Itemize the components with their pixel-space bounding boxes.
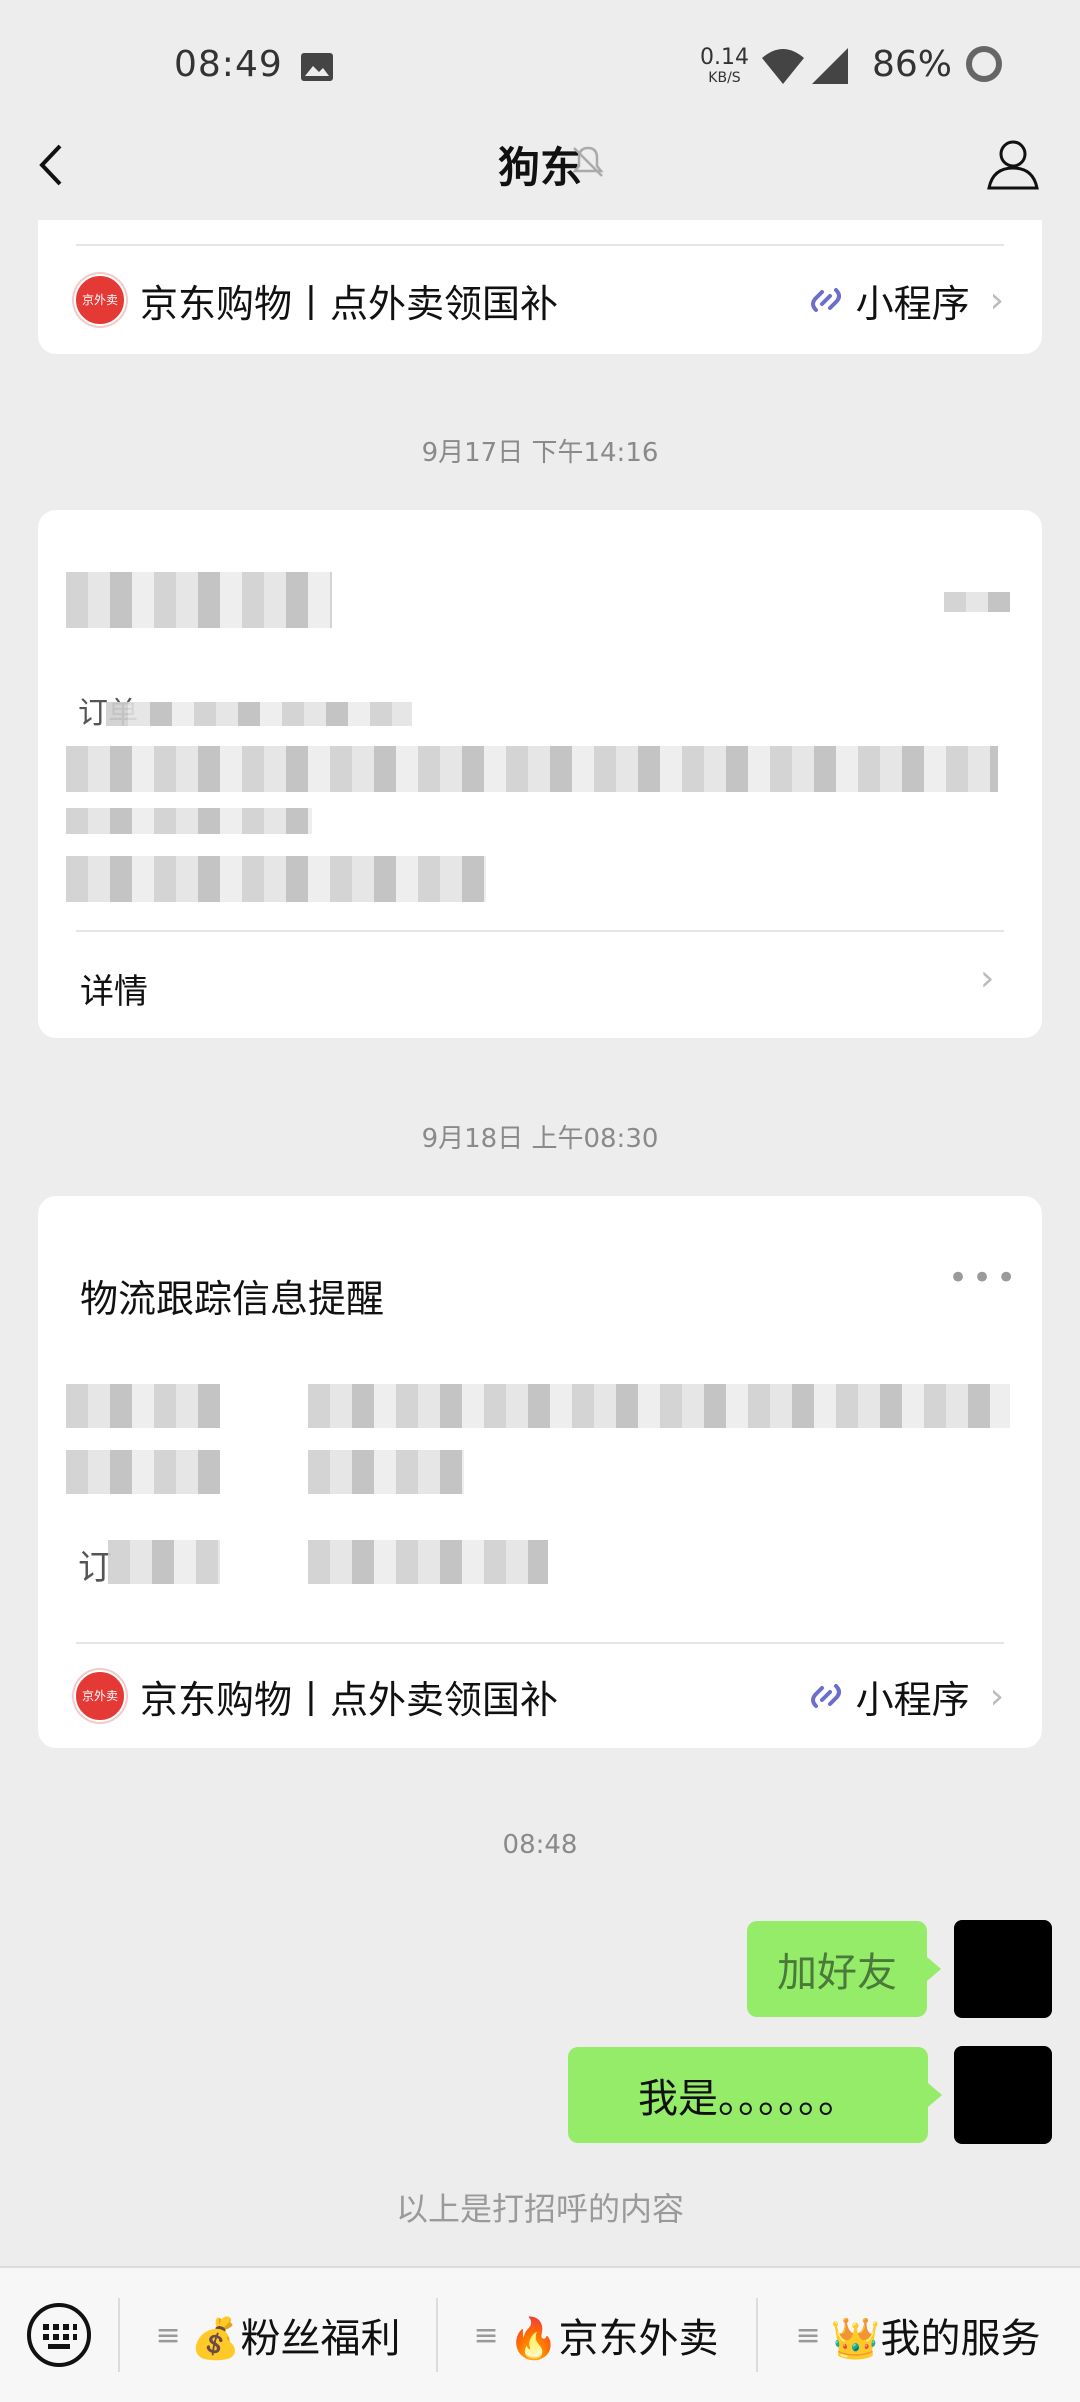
mini-program-name: 京东购物丨点外卖领国补 bbox=[140, 281, 559, 326]
mini-program-name: 京东购物丨点外卖领国补 bbox=[140, 1677, 559, 1722]
timestamp: 9月18日 上午08:30 bbox=[421, 1124, 659, 1154]
muted-bell-icon bbox=[572, 146, 604, 177]
wifi-icon bbox=[762, 49, 804, 84]
avatar[interactable] bbox=[954, 2046, 1052, 2144]
bubble-tail bbox=[927, 1957, 941, 1981]
gallery-notification-icon bbox=[301, 53, 333, 81]
avatar[interactable] bbox=[954, 1920, 1052, 2018]
blurred-label bbox=[66, 1450, 220, 1494]
net-speed: 0.14 KB/S bbox=[700, 45, 749, 88]
status-time: 08:49 bbox=[174, 44, 283, 85]
blurred-label bbox=[66, 1384, 220, 1428]
timestamp: 08:48 bbox=[502, 1830, 578, 1860]
card-divider bbox=[76, 930, 1004, 932]
net-speed-value: 0.14 bbox=[700, 45, 749, 70]
more-options-icon[interactable]: ••• bbox=[948, 1258, 1020, 1298]
menu-label: 🔥京东外卖 bbox=[508, 2316, 719, 2362]
order-label-partial: 订 bbox=[78, 1548, 112, 1588]
menu-label: 👑我的服务 bbox=[830, 2316, 1041, 2362]
mini-program-tag: 小程序 bbox=[855, 1677, 970, 1722]
chat-bubble[interactable]: 加好友 bbox=[747, 1921, 927, 2017]
mini-program-card-top[interactable]: 京外卖 京东购物丨点外卖领国补 小程序 › bbox=[38, 220, 1042, 354]
net-speed-unit: KB/S bbox=[708, 70, 741, 86]
signal-icon bbox=[812, 48, 848, 84]
blurred-title bbox=[66, 572, 332, 628]
mini-program-link-icon bbox=[810, 1684, 841, 1708]
mini-program-row[interactable]: 京外卖 京东购物丨点外卖领国补 小程序 › bbox=[74, 246, 1004, 354]
blurred-corner bbox=[944, 592, 1010, 612]
timestamp: 9月17日 下午14:16 bbox=[421, 438, 659, 468]
blurred-value bbox=[308, 1540, 548, 1584]
blurred-line bbox=[66, 746, 998, 792]
details-link[interactable]: 详情 bbox=[80, 964, 148, 1013]
battery-percent: 86% bbox=[872, 44, 953, 85]
blurred-label bbox=[108, 1540, 220, 1584]
blurred-value bbox=[308, 1384, 1010, 1428]
chat-bubble-text: 我是。。。。。。 bbox=[638, 2076, 858, 2122]
chevron-right-icon: › bbox=[989, 1675, 1004, 1717]
chevron-right-icon: › bbox=[989, 279, 1004, 321]
greeting-hint: 以上是打招呼的内容 bbox=[395, 2190, 684, 2228]
bubble-tail bbox=[928, 2083, 942, 2107]
mini-program-link-icon bbox=[810, 288, 841, 312]
chat-header: 狗东 bbox=[0, 110, 1080, 220]
menu-label: 💰粉丝福利 bbox=[190, 2316, 401, 2362]
menu-my-services[interactable]: ≡ 👑我的服务 bbox=[758, 2268, 1078, 2402]
blurred-line bbox=[66, 856, 486, 902]
blurred-value bbox=[308, 1450, 464, 1494]
menu-fan-benefits[interactable]: ≡ 💰粉丝福利 bbox=[120, 2268, 436, 2402]
keyboard-toggle-icon[interactable] bbox=[26, 2302, 92, 2368]
chat-bubble-text: 加好友 bbox=[777, 1950, 897, 1996]
menu-lines-icon: ≡ bbox=[155, 2317, 181, 2353]
chevron-right-icon: › bbox=[980, 958, 995, 999]
battery-ring-icon bbox=[966, 46, 1002, 82]
menu-lines-icon: ≡ bbox=[473, 2317, 499, 2353]
jd-takeout-logo: 京外卖 bbox=[74, 1670, 126, 1722]
menu-jd-takeout[interactable]: ≡ 🔥京东外卖 bbox=[438, 2268, 754, 2402]
bottom-menu-bar: ≡ 💰粉丝福利 ≡ 🔥京东外卖 ≡ 👑我的服务 bbox=[0, 2266, 1080, 2402]
chat-title: 狗东 bbox=[497, 143, 582, 192]
blurred-line bbox=[106, 702, 412, 726]
mini-program-tag: 小程序 bbox=[855, 281, 970, 326]
logistics-card-title: 物流跟踪信息提醒 bbox=[80, 1277, 385, 1321]
mini-program-row[interactable]: 京外卖 京东购物丨点外卖领国补 小程序 › bbox=[74, 1644, 1004, 1748]
order-card[interactable]: 订单 详情 › bbox=[38, 510, 1042, 1038]
profile-icon[interactable] bbox=[985, 136, 1041, 192]
menu-lines-icon: ≡ bbox=[795, 2317, 821, 2353]
jd-takeout-logo: 京外卖 bbox=[74, 274, 126, 326]
blurred-line bbox=[66, 808, 312, 834]
logistics-card[interactable]: 物流跟踪信息提醒 ••• 订 京外卖 京东购物丨点外卖领国补 小程序 › bbox=[38, 1196, 1042, 1748]
chat-bubble[interactable]: 我是。。。。。。 bbox=[568, 2047, 928, 2143]
